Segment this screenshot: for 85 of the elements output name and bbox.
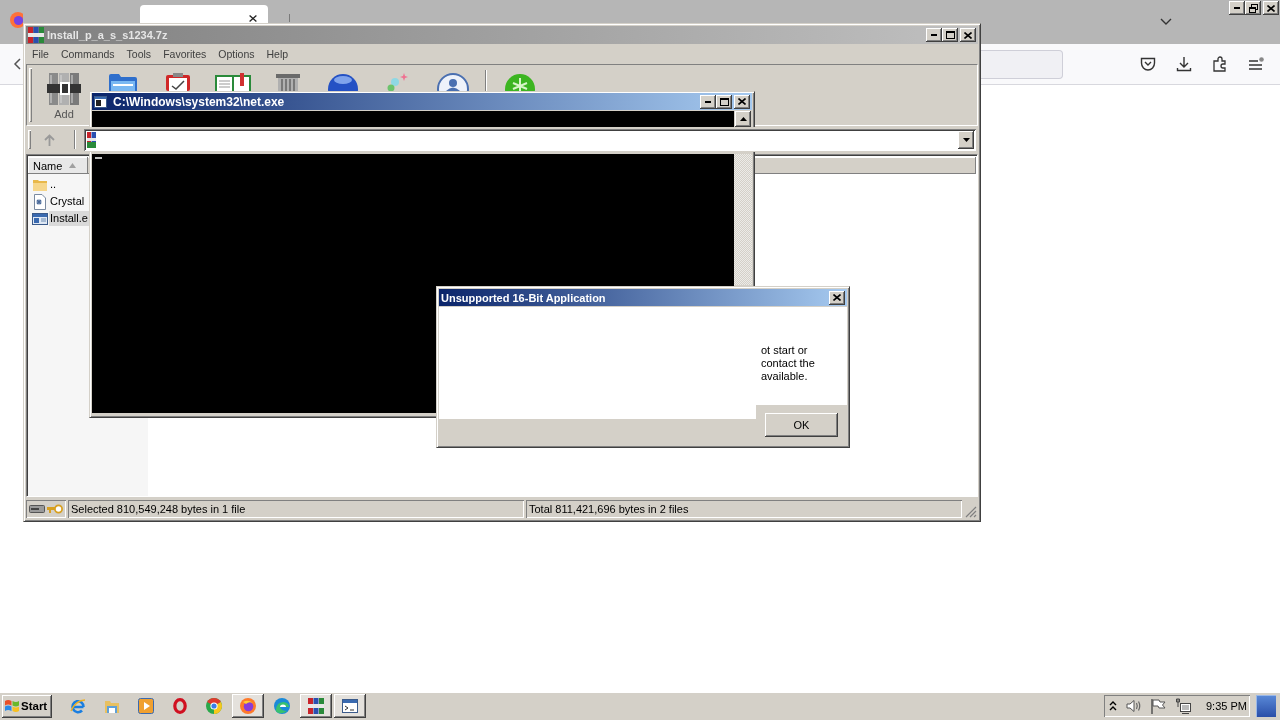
speaker-icon[interactable] bbox=[1126, 699, 1142, 713]
path-combobox[interactable] bbox=[84, 128, 976, 151]
add-button[interactable]: Add bbox=[39, 68, 89, 120]
menu-item[interactable]: Tools bbox=[120, 48, 158, 60]
window-icon bbox=[94, 95, 107, 108]
close-button[interactable] bbox=[734, 94, 750, 109]
minimize-icon bbox=[1234, 7, 1240, 9]
message-text: available. bbox=[761, 370, 809, 383]
swirl-icon bbox=[274, 698, 290, 714]
column-header[interactable]: Name bbox=[28, 157, 88, 174]
minimize-button[interactable] bbox=[1229, 1, 1245, 15]
status-text: Total 811,421,696 bytes in 2 files bbox=[526, 500, 962, 518]
resize-grip-icon[interactable] bbox=[965, 506, 977, 518]
books-icon bbox=[308, 698, 324, 714]
start-button[interactable]: Start bbox=[2, 694, 52, 718]
close-icon bbox=[1267, 4, 1275, 12]
book-icon[interactable] bbox=[214, 72, 251, 91]
up-arrow-icon bbox=[43, 133, 55, 146]
orb-icon bbox=[240, 698, 256, 714]
clock[interactable]: 9:35 PM bbox=[1206, 700, 1247, 712]
menu-item[interactable]: Options bbox=[212, 48, 261, 60]
scroll-up-button[interactable] bbox=[735, 111, 751, 127]
minimize-icon bbox=[705, 100, 711, 103]
restore-button[interactable] bbox=[1245, 1, 1261, 15]
document-icon bbox=[32, 193, 48, 210]
dialog-title: Unsupported 16-Bit Application bbox=[441, 291, 606, 304]
file-name[interactable]: Install.e bbox=[49, 211, 89, 226]
play-icon bbox=[138, 698, 154, 714]
message-text: ot start or bbox=[761, 344, 809, 357]
app-logo-icon[interactable] bbox=[10, 12, 23, 28]
menu-item[interactable]: Commands bbox=[54, 48, 121, 60]
menu-item[interactable]: File bbox=[26, 48, 55, 60]
close-icon[interactable] bbox=[249, 15, 257, 22]
restore-icon bbox=[1248, 3, 1258, 13]
close-icon bbox=[964, 31, 972, 39]
e-logo-icon bbox=[70, 698, 86, 714]
scrollbar[interactable] bbox=[734, 154, 752, 285]
address-field[interactable] bbox=[981, 49, 1063, 79]
key-icon bbox=[47, 504, 63, 514]
taskbar-app[interactable] bbox=[232, 694, 264, 718]
taskbar-app[interactable] bbox=[334, 694, 366, 718]
menu-item[interactable]: Favorites bbox=[157, 48, 213, 60]
close-icon bbox=[738, 98, 746, 105]
window-title: C:\Windows\system32\net.exe bbox=[113, 94, 285, 109]
caret-icon bbox=[962, 137, 970, 142]
taskbar-app[interactable] bbox=[300, 694, 332, 718]
close-button[interactable] bbox=[829, 290, 845, 305]
puzzle-piece-icon[interactable] bbox=[1212, 56, 1228, 72]
chevron-shield-icon[interactable] bbox=[1140, 56, 1156, 72]
file-name[interactable]: Crystal bbox=[49, 194, 86, 209]
maximize-icon bbox=[945, 31, 955, 39]
message-text: contact the bbox=[761, 357, 816, 370]
download-icon[interactable] bbox=[1176, 56, 1192, 72]
file-name[interactable]: .. bbox=[49, 177, 58, 192]
back-icon[interactable] bbox=[13, 58, 21, 70]
ok-button[interactable]: OK bbox=[765, 413, 838, 437]
maximize-button[interactable] bbox=[716, 94, 732, 109]
close-button[interactable] bbox=[1263, 1, 1279, 15]
chevron-down-icon[interactable] bbox=[1160, 18, 1172, 25]
menu-item[interactable]: Help bbox=[260, 48, 295, 60]
maximize-icon bbox=[719, 97, 729, 106]
window-icon bbox=[32, 210, 48, 227]
minimize-icon bbox=[931, 34, 937, 36]
ring-icon bbox=[173, 698, 187, 714]
folder-icon[interactable] bbox=[106, 72, 139, 91]
folder-icon bbox=[104, 698, 120, 714]
monitor-icon[interactable] bbox=[1175, 698, 1191, 714]
status-text: Selected 810,549,248 bytes in 1 file bbox=[68, 500, 524, 518]
window-icon bbox=[342, 698, 358, 714]
flag-icon[interactable] bbox=[1150, 698, 1166, 714]
close-icon bbox=[833, 294, 841, 301]
archive-icon bbox=[47, 72, 81, 106]
drive-icon bbox=[29, 505, 45, 513]
minimize-button[interactable] bbox=[700, 94, 716, 109]
flag-logo-icon bbox=[4, 699, 20, 713]
up-arrow-icon bbox=[739, 117, 747, 121]
show-desktop-button[interactable] bbox=[1256, 695, 1276, 717]
dropdown-button[interactable] bbox=[958, 130, 974, 149]
chevron-up-icon[interactable] bbox=[1109, 701, 1117, 711]
text-cursor bbox=[95, 157, 102, 159]
window-title: Install_p_a_s_s1234.7z bbox=[47, 29, 168, 41]
menu-icon[interactable] bbox=[1248, 57, 1264, 71]
books-icon bbox=[28, 27, 44, 43]
books-icon bbox=[87, 131, 96, 148]
segmented-circle-icon bbox=[206, 698, 222, 714]
